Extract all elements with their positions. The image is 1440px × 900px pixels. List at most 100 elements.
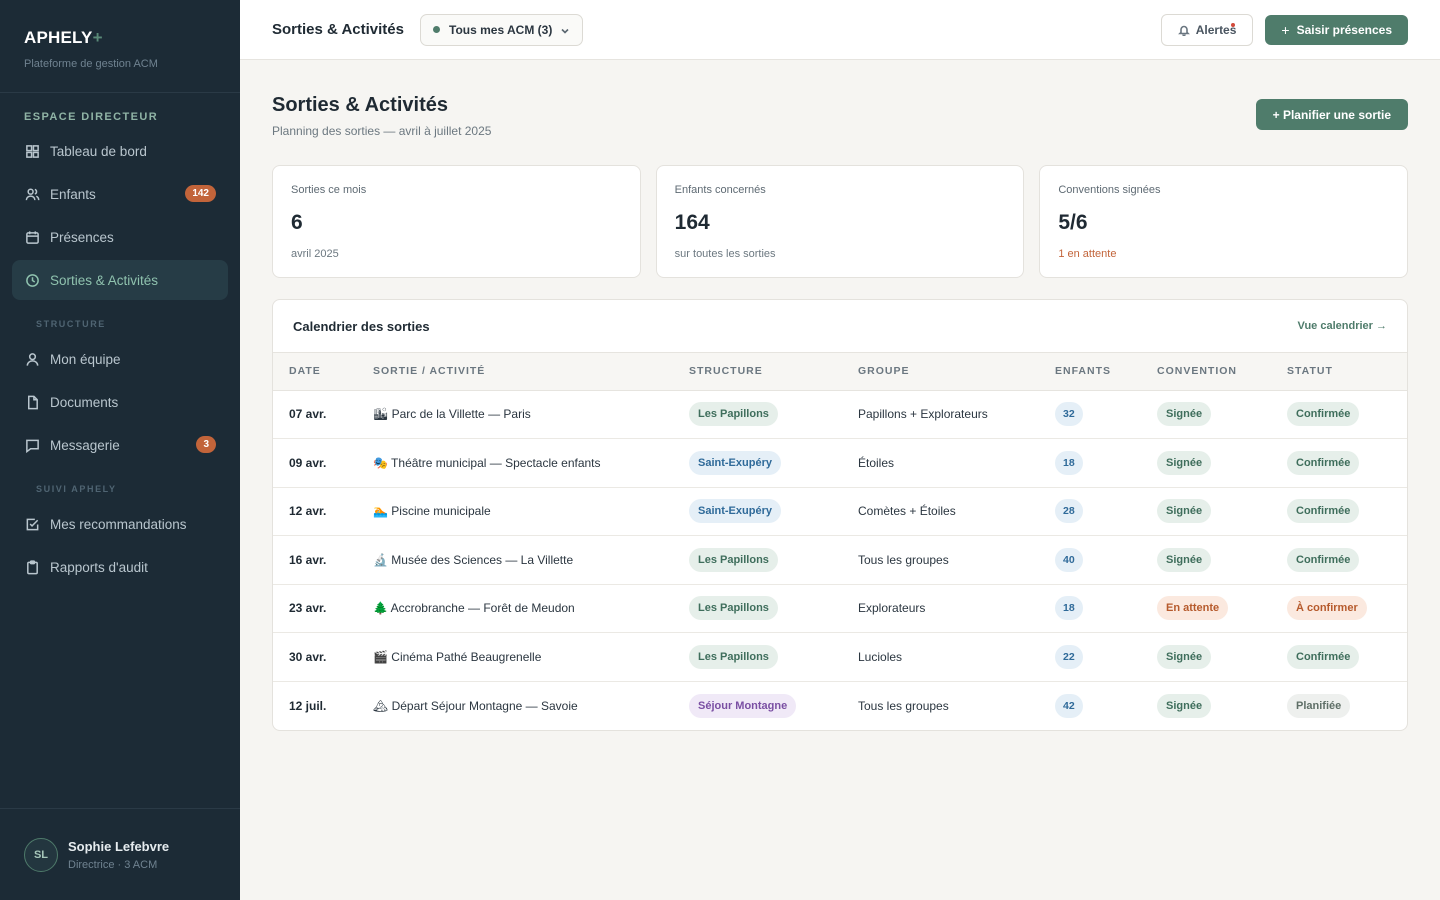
activity-cell: 🎬 Cinéma Pathé Beaugrenelle (357, 632, 673, 682)
stat-card-conventions: Conventions signées 5/6 1 en attente (1039, 165, 1409, 278)
sidebar-item-messagerie[interactable]: Messagerie 3 (12, 425, 228, 465)
children-count-badge: 18 (1055, 596, 1083, 621)
check-square-icon (24, 516, 40, 532)
structure-badge: Les Papillons (689, 596, 778, 621)
sidebar-item-tableau-de-bord[interactable]: Tableau de bord (12, 131, 228, 171)
status-badge: Confirmée (1287, 402, 1360, 427)
children-count-badge: 18 (1055, 450, 1083, 475)
date-cell: 23 avr. (273, 584, 357, 633)
stat-card-enfants: Enfants concernés 164 sur toutes les sor… (655, 165, 1025, 278)
structure-badge: Les Papillons (689, 547, 778, 572)
alerts-label: Alertes (1195, 22, 1237, 37)
convention-badge: En attente (1157, 596, 1229, 621)
activity-cell: 🌲 Accrobranche — Forêt de Meudon (357, 584, 673, 633)
sidebar-item-enfants[interactable]: Enfants 142 (12, 174, 228, 214)
sidebar-item-mon-equipe[interactable]: Mon équipe (12, 339, 228, 379)
sidebar: APHELY+ Plateforme de gestion ACM ESPACE… (0, 0, 240, 900)
status-badge: Confirmée (1287, 547, 1360, 572)
sidebar-item-documents[interactable]: Documents (12, 382, 228, 422)
vue-calendrier-link[interactable]: Vue calendrier → (1298, 320, 1387, 332)
status-dot (433, 26, 440, 33)
acm-select[interactable]: Tous mes ACM (3) (420, 13, 584, 46)
column-header[interactable]: ENFANTS (1039, 353, 1141, 391)
table-row[interactable]: 07 avr. 🏙 Parc de la Villette — Paris Le… (273, 390, 1407, 439)
table-header-row: DATE SORTIE / ACTIVITÉ STRUCTURE GROUPE … (273, 353, 1407, 391)
column-header[interactable]: STATUT (1271, 353, 1407, 391)
date-cell: 09 avr. (273, 438, 357, 488)
avatar: SL (24, 837, 58, 872)
plus-icon: + (1281, 21, 1290, 38)
convention-badge: Signée (1157, 693, 1212, 718)
date-cell: 07 avr. (273, 390, 357, 439)
children-count-badge: 32 (1055, 402, 1083, 427)
activity-cell: 🔬 Musée des Sciences — La Villette (357, 535, 673, 585)
sidebar-item-label: Mes recommandations (50, 516, 187, 532)
table-row[interactable]: 23 avr. 🌲 Accrobranche — Forêt de Meudon… (273, 584, 1407, 633)
topbar-actions: Alertes + Saisir présences (1160, 13, 1408, 46)
page-header: Sorties & Activités Planning des sorties… (272, 60, 1408, 165)
table-row[interactable]: 30 avr. 🎬 Cinéma Pathé Beaugrenelle Les … (273, 632, 1407, 682)
saisir-presences-label: Saisir présences (1296, 22, 1392, 37)
status-badge: Confirmée (1287, 499, 1360, 524)
children-count-badge: 22 (1055, 644, 1083, 669)
group-cell: Explorateurs (842, 584, 1039, 633)
section-title-espace-directeur: ESPACE DIRECTEUR (24, 111, 159, 123)
saisir-presences-button[interactable]: + Saisir présences (1265, 14, 1408, 45)
grid-icon (24, 143, 40, 159)
sidebar-item-sorties-activites[interactable]: Sorties & Activités (12, 260, 228, 300)
date-cell: 16 avr. (273, 535, 357, 585)
table-row[interactable]: 12 avr. 🏊 Piscine municipale Saint-Exupé… (273, 487, 1407, 536)
sidebar-item-label: Mon équipe (50, 351, 121, 367)
stat-note: sur toutes les sorties (674, 248, 776, 260)
convention-badge: Signée (1157, 547, 1212, 572)
calendar-table-card: Calendrier des sorties Vue calendrier → … (272, 299, 1408, 731)
children-count-badge: 42 (1055, 693, 1083, 718)
stat-card-sorties: Sorties ce mois 6 avril 2025 (272, 165, 641, 278)
column-header[interactable]: DATE (273, 353, 357, 391)
brand-subtitle: Plateforme de gestion ACM (24, 58, 158, 70)
sidebar-item-mes-recommandations[interactable]: Mes recommandations (12, 504, 228, 544)
chevron-down-icon (560, 25, 570, 35)
sidebar-item-label: Enfants (50, 186, 96, 202)
message-icon (24, 437, 40, 453)
column-header[interactable]: GROUPE (842, 353, 1039, 391)
stat-note: 1 en attente (1058, 248, 1117, 260)
convention-badge: Signée (1157, 402, 1212, 427)
sidebar-item-label: Rapports d'audit (50, 559, 148, 575)
children-count-badge: 40 (1055, 547, 1083, 572)
structure-badge: Les Papillons (689, 644, 778, 669)
stat-label: Enfants concernés (674, 184, 766, 196)
alerts-button[interactable]: Alertes (1160, 13, 1254, 46)
user-profile[interactable]: SL Sophie Lefebvre Directrice · 3 ACM (0, 808, 240, 900)
sidebar-item-label: Messagerie (50, 437, 120, 453)
group-cell: Comètes + Étoiles (842, 487, 1039, 536)
page-subtitle: Planning des sorties — avril à juillet 2… (272, 124, 492, 138)
topbar-title: Sorties & Activités (272, 21, 404, 38)
structure-badge: Saint-Exupéry (689, 499, 781, 524)
column-header[interactable]: STRUCTURE (673, 353, 842, 391)
section-title-suivi-aphely: SUIVI APHELY (36, 484, 117, 494)
group-cell: Tous les groupes (858, 698, 949, 713)
user-name: Sophie Lefebvre (68, 838, 170, 854)
calendar-icon (24, 229, 40, 245)
sidebar-item-rapports-audit[interactable]: Rapports d'audit (12, 547, 228, 587)
table-row[interactable]: 09 avr. 🎭 Théâtre municipal — Spectacle … (273, 438, 1407, 488)
column-header[interactable]: CONVENTION (1141, 353, 1271, 391)
sidebar-item-label: Documents (50, 394, 119, 410)
table-row[interactable]: 12 juil. 🏔 Départ Séjour Montagne — Savo… (273, 681, 1407, 730)
brand-logo[interactable]: APHELY+ (24, 28, 216, 48)
stat-label: Sorties ce mois (291, 184, 367, 196)
sidebar-item-presences[interactable]: Présences (12, 217, 228, 257)
table-row[interactable]: 16 avr. 🔬 Musée des Sciences — La Villet… (273, 535, 1407, 585)
planifier-sortie-button[interactable]: + Planifier une sortie (1255, 99, 1408, 130)
page-title: Sorties & Activités (272, 94, 448, 116)
stat-label: Conventions signées (1058, 184, 1161, 196)
acm-select-value: Tous mes ACM (3) (449, 22, 553, 37)
sidebar-item-label: Présences (50, 229, 114, 245)
column-header[interactable]: SORTIE / ACTIVITÉ (357, 353, 673, 391)
table-header-bar: Calendrier des sorties Vue calendrier → (273, 300, 1407, 353)
structure-badge: Les Papillons (689, 402, 778, 427)
topbar: Sorties & Activités Tous mes ACM (3) Ale… (240, 0, 1440, 60)
bell-icon (1177, 25, 1190, 36)
date-cell: 12 avr. (273, 487, 357, 536)
